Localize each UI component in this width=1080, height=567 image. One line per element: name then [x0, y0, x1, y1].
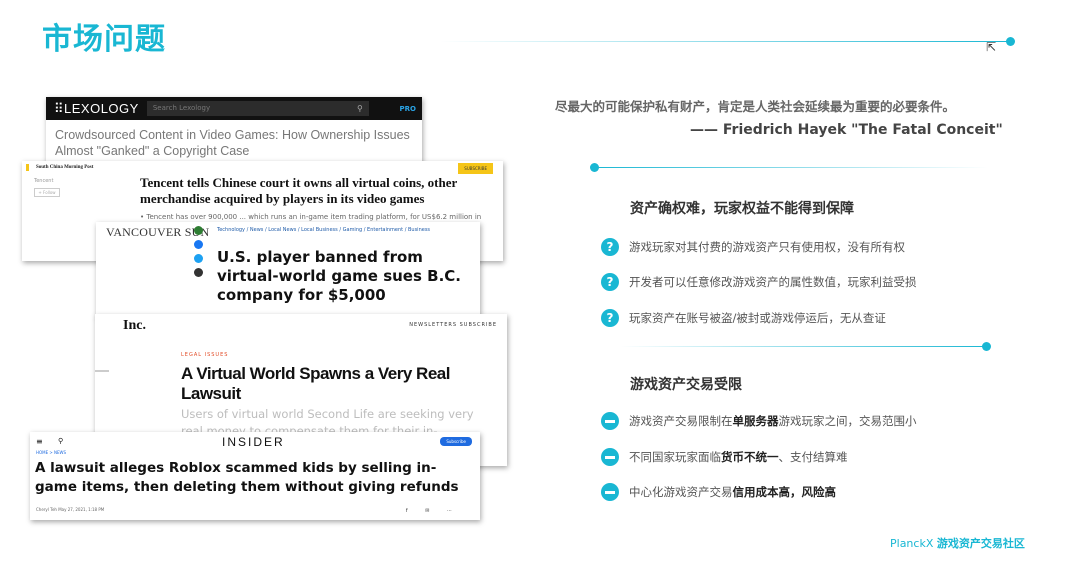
lexology-search-placeholder: Search Lexology: [152, 104, 211, 112]
brand-tagline: 游戏资产交易社区: [936, 537, 1025, 550]
lexology-logo: ⠿LEXOLOGY: [54, 100, 139, 116]
list-item: 中心化游戏资产交易信用成本高，风险高: [601, 483, 836, 501]
scmp-topic-tag: Tencent: [34, 178, 54, 184]
section-title-ownership: 资产确权难，玩家权益不能得到保障: [630, 201, 854, 217]
hayek-quote: 尽最大的可能保护私有财产，肯定是人类社会延续最为重要的必要条件。: [555, 99, 956, 114]
footer-brand: PlanckX 游戏资产交易社区: [890, 535, 1025, 551]
insider-byline: Cheryl Teh May 27, 2021, 1:18 PM: [36, 507, 105, 512]
list-item-text: 不同国家玩家面临货币不统一、支付结算难: [629, 450, 848, 464]
vancouver-sun-headline: U.S. player banned from virtual-world ga…: [217, 248, 461, 304]
scmp-summary: • Tencent has over 900,000 ... which run…: [140, 213, 482, 221]
list-item: ? 玩家资产在账号被盗/被封或游戏停运后，无从查证: [601, 309, 886, 327]
search-icon: ⚲: [58, 437, 64, 445]
search-icon: ⚲: [356, 104, 363, 113]
scmp-headline: Tencent tells Chinese court it owns all …: [140, 175, 458, 206]
list-item-text: 开发者可以任意修改游戏资产的属性数值，玩家利益受损: [629, 275, 917, 289]
list-item-text: 中心化游戏资产交易信用成本高，风险高: [629, 485, 836, 499]
scmp-logo-mark: [26, 164, 29, 171]
section-divider: [620, 346, 988, 347]
question-icon: ?: [601, 273, 619, 291]
scmp-logo: South China Morning Post: [36, 165, 94, 170]
scmp-subscribe-badge: SUBSCRIBE: [458, 163, 493, 174]
insider-subscribe-badge: Subscribe: [440, 437, 472, 446]
slide-title: 市场问题: [42, 22, 166, 57]
share-icons: [194, 226, 206, 282]
inc-logo: Inc.: [123, 318, 146, 333]
mouse-cursor-icon: ⇱: [986, 40, 997, 54]
insider-breadcrumb: HOME > NEWS: [36, 450, 67, 455]
vancouver-sun-categories: Technology / News / Local News / Local B…: [217, 227, 431, 233]
brand-name: PlanckX: [890, 537, 934, 550]
inc-headline: A Virtual World Spawns a Very Real Lawsu…: [181, 364, 450, 403]
lexology-header: ⠿LEXOLOGY Search Lexology ⚲ PRO: [46, 97, 422, 120]
list-item-text: 游戏玩家对其付费的游戏资产只有使用权，没有所有权: [629, 240, 905, 254]
list-item: ? 开发者可以任意修改游戏资产的属性数值，玩家利益受损: [601, 273, 917, 291]
title-divider: [440, 41, 1010, 42]
vancouver-sun-clipping: VANCOUVER SUN Technology / News / Local …: [96, 222, 480, 317]
inc-section-label: LEGAL ISSUES: [181, 352, 229, 358]
question-icon: ?: [601, 238, 619, 256]
scmp-follow-pill: + Follow: [34, 188, 60, 197]
lexology-search-input: Search Lexology ⚲: [146, 101, 369, 116]
email-icon: [194, 268, 203, 277]
insider-headline: A lawsuit alleges Roblox scammed kids by…: [35, 460, 459, 495]
lexology-headline: Crowdsourced Content in Video Games: How…: [55, 128, 410, 158]
lexology-pro-label: PRO: [399, 104, 416, 113]
inc-nav: NEWSLETTERS SUBSCRIBE: [409, 322, 497, 328]
minus-circle-icon: [601, 412, 619, 430]
minus-circle-icon: [601, 448, 619, 466]
insider-clipping: ≡ ⚲ INSIDER Subscribe HOME > NEWS A laws…: [30, 432, 480, 520]
menu-icon: ≡: [36, 437, 43, 446]
list-item: 游戏资产交易限制在单服务器游戏玩家之间，交易范围小: [601, 412, 917, 430]
title-divider-dot: [1006, 37, 1015, 46]
section-divider-dot: [982, 342, 991, 351]
facebook-icon: [194, 240, 203, 249]
comment-icon: [194, 226, 203, 235]
section-divider: [594, 167, 988, 168]
inc-divider: [95, 370, 109, 372]
lexology-clipping: ⠿LEXOLOGY Search Lexology ⚲ PRO Crowdsou…: [46, 97, 422, 165]
list-item: 不同国家玩家面临货币不统一、支付结算难: [601, 448, 848, 466]
question-icon: ?: [601, 309, 619, 327]
list-item: ? 游戏玩家对其付费的游戏资产只有使用权，没有所有权: [601, 238, 905, 256]
share-icons: f ✉ ⋯: [405, 508, 460, 514]
quote-author: —— Friedrich Hayek "The Fatal Conceit": [690, 122, 1003, 138]
twitter-icon: [194, 254, 203, 263]
insider-logo: INSIDER: [222, 435, 285, 449]
list-item-text: 游戏资产交易限制在单服务器游戏玩家之间，交易范围小: [629, 414, 917, 428]
section-title-trading: 游戏资产交易受限: [630, 377, 742, 393]
list-item-text: 玩家资产在账号被盗/被封或游戏停运后，无从查证: [629, 311, 886, 325]
minus-circle-icon: [601, 483, 619, 501]
